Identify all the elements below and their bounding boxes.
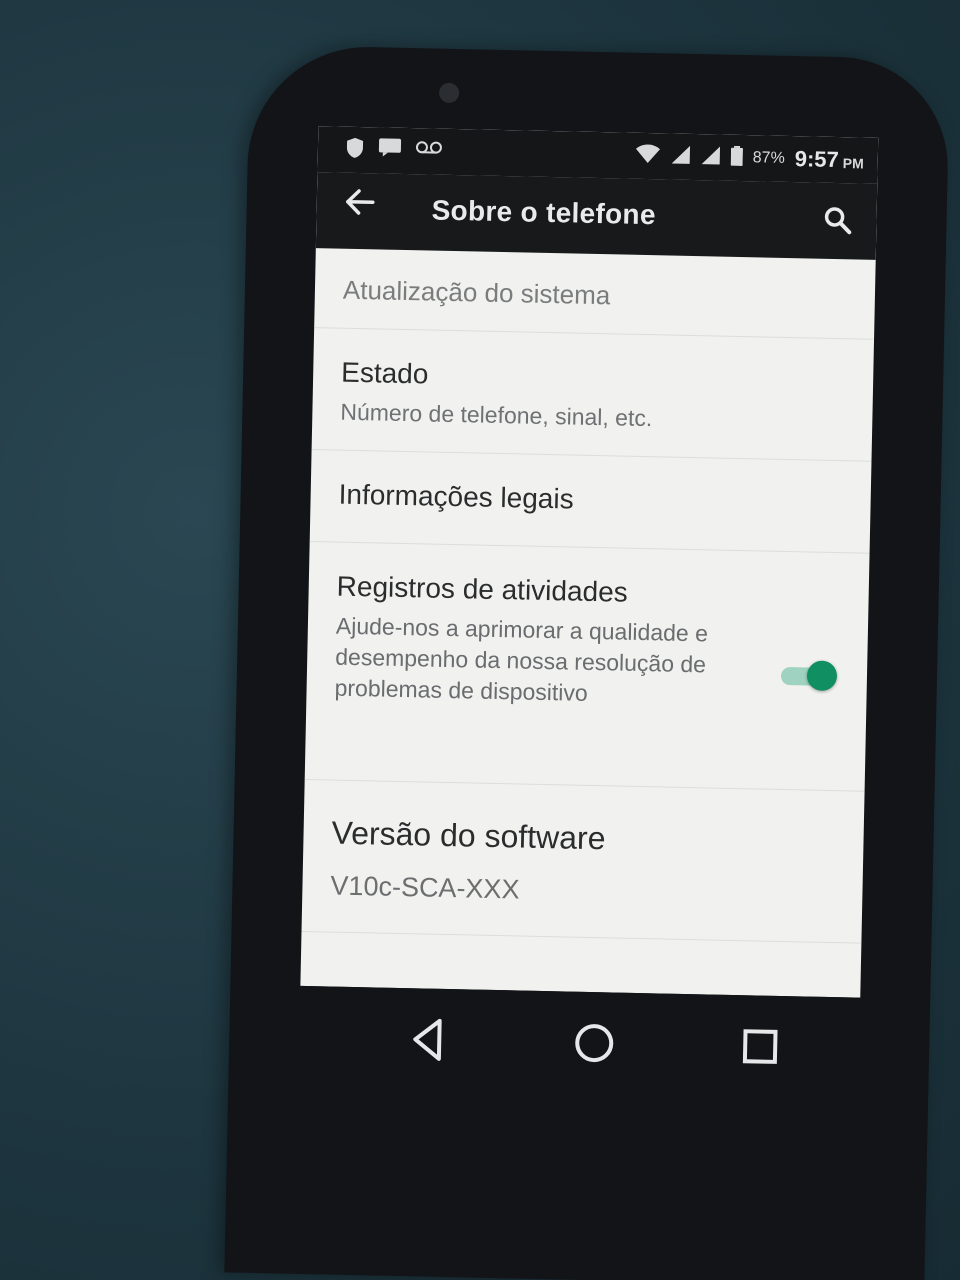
screen: 87% 9:57 PM Sobre o telefone Atualização…: [300, 126, 879, 998]
app-bar: Sobre o telefone: [315, 172, 878, 260]
signal-icon: [700, 145, 721, 170]
phone-device: 87% 9:57 PM Sobre o telefone Atualização…: [224, 44, 950, 1280]
clock-time: 9:57: [794, 146, 840, 173]
wifi-icon: [634, 143, 661, 169]
navigation-bar: [298, 985, 861, 1098]
setting-title: Registros de atividades: [336, 570, 629, 608]
setting-title: Versão do software: [331, 814, 606, 857]
setting-subtitle: V10c-SCA-XXX: [330, 870, 520, 905]
setting-status[interactable]: Estado Número de telefone, sinal, etc.: [311, 328, 875, 462]
activity-logs-toggle[interactable]: [780, 660, 838, 692]
settings-list: Atualização do sistema Estado Número de …: [301, 248, 876, 944]
clock-ampm: PM: [842, 155, 864, 172]
arrow-back-icon[interactable]: [344, 187, 375, 227]
setting-title: Estado: [340, 356, 429, 390]
search-icon[interactable]: [822, 205, 853, 236]
setting-legal-info[interactable]: Informações legais: [309, 450, 872, 554]
setting-title: Informações legais: [338, 478, 574, 515]
setting-subtitle: Ajude-nos a aprimorar a qualidade e dese…: [334, 612, 709, 706]
nav-home-icon[interactable]: [569, 1018, 620, 1069]
setting-activity-logs[interactable]: Registros de atividades Ajude-nos a apri…: [304, 542, 870, 792]
battery-percent: 87%: [752, 149, 785, 167]
shield-icon: [346, 137, 365, 164]
battery-icon: [730, 145, 743, 170]
setting-system-update[interactable]: Atualização do sistema: [314, 248, 876, 340]
setting-software-version[interactable]: Versão do software V10c-SCA-XXX: [301, 779, 865, 944]
voicemail-icon: [415, 138, 443, 166]
page-title: Sobre o telefone: [431, 194, 657, 231]
message-icon: [378, 137, 403, 164]
earpiece: [438, 82, 460, 104]
setting-subtitle: Número de telefone, sinal, etc.: [340, 398, 653, 432]
setting-title: Atualização do sistema: [342, 274, 611, 311]
signal-icon: [670, 144, 691, 169]
nav-back-icon[interactable]: [403, 1014, 454, 1065]
toggle-thumb: [806, 660, 838, 692]
nav-recents-icon[interactable]: [735, 1021, 786, 1072]
